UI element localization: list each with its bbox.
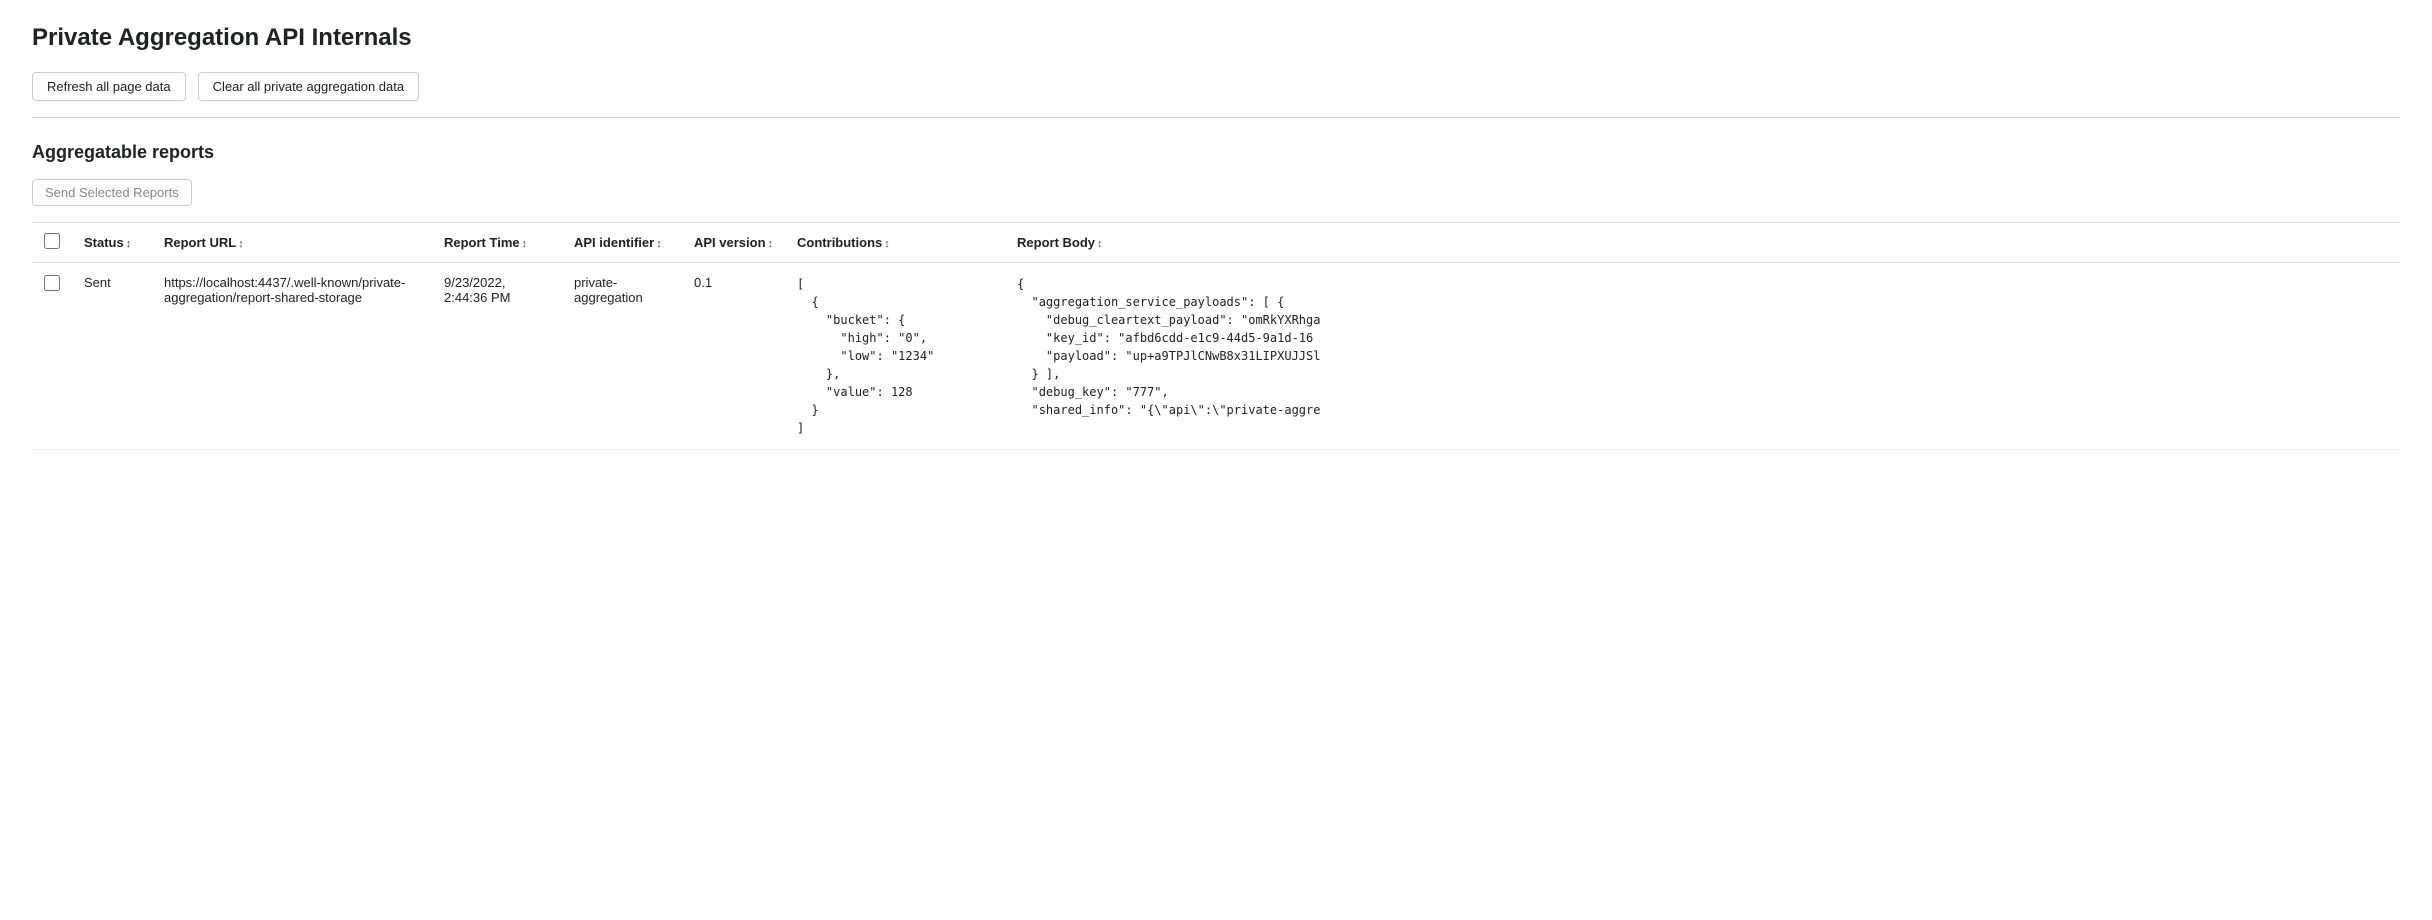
col-header-url[interactable]: Report URL↕ [152,223,432,263]
sort-icon-api-id: ↕ [656,238,662,250]
sort-icon-api-ver: ↕ [768,238,774,250]
row-url: https://localhost:4437/.well-known/priva… [152,263,432,450]
col-header-status[interactable]: Status↕ [72,223,152,263]
table-header: Status↕ Report URL↕ Report Time↕ API ide… [32,223,2400,263]
col-header-body[interactable]: Report Body↕ [1005,223,2400,263]
contributions-pre: [ { "bucket": { "high": "0", "low": "123… [797,275,993,437]
row-checkbox[interactable] [44,275,60,291]
send-button-wrapper: Send Selected Reports [32,179,2400,206]
sort-icon-contributions: ↕ [884,238,890,250]
row-api-ver: 0.1 [682,263,785,450]
sort-icon-status: ↕ [126,238,132,250]
page-title: Private Aggregation API Internals [32,24,2400,52]
col-label-api-id: API identifier [574,235,654,250]
sort-icon-url: ↕ [238,238,244,250]
col-header-time[interactable]: Report Time↕ [432,223,562,263]
table-body: Sent https://localhost:4437/.well-known/… [32,263,2400,450]
refresh-button[interactable]: Refresh all page data [32,72,186,101]
row-time: 9/23/2022, 2:44:36 PM [432,263,562,450]
col-label-body: Report Body [1017,235,1095,250]
body-pre: { "aggregation_service_payloads": [ { "d… [1017,275,2388,419]
col-label-contributions: Contributions [797,235,882,250]
row-contributions: [ { "bucket": { "high": "0", "low": "123… [785,263,1005,450]
col-header-api-ver[interactable]: API version↕ [682,223,785,263]
clear-button[interactable]: Clear all private aggregation data [198,72,420,101]
col-label-api-ver: API version [694,235,766,250]
send-selected-button[interactable]: Send Selected Reports [32,179,192,206]
divider [32,117,2400,118]
col-label-time: Report Time [444,235,520,250]
col-label-url: Report URL [164,235,236,250]
col-header-checkbox [32,223,72,263]
section-title: Aggregatable reports [32,142,2400,163]
table-row: Sent https://localhost:4437/.well-known/… [32,263,2400,450]
reports-table: Status↕ Report URL↕ Report Time↕ API ide… [32,222,2400,450]
row-status: Sent [72,263,152,450]
toolbar: Refresh all page data Clear all private … [32,72,2400,101]
row-body: { "aggregation_service_payloads": [ { "d… [1005,263,2400,450]
col-header-contributions[interactable]: Contributions↕ [785,223,1005,263]
col-label-status: Status [84,235,124,250]
sort-icon-body: ↕ [1097,238,1103,250]
col-header-api-id[interactable]: API identifier↕ [562,223,682,263]
select-all-checkbox[interactable] [44,233,60,249]
row-api-id: private-aggregation [562,263,682,450]
table-header-row: Status↕ Report URL↕ Report Time↕ API ide… [32,223,2400,263]
sort-icon-time: ↕ [522,238,528,250]
row-checkbox-cell [32,263,72,450]
